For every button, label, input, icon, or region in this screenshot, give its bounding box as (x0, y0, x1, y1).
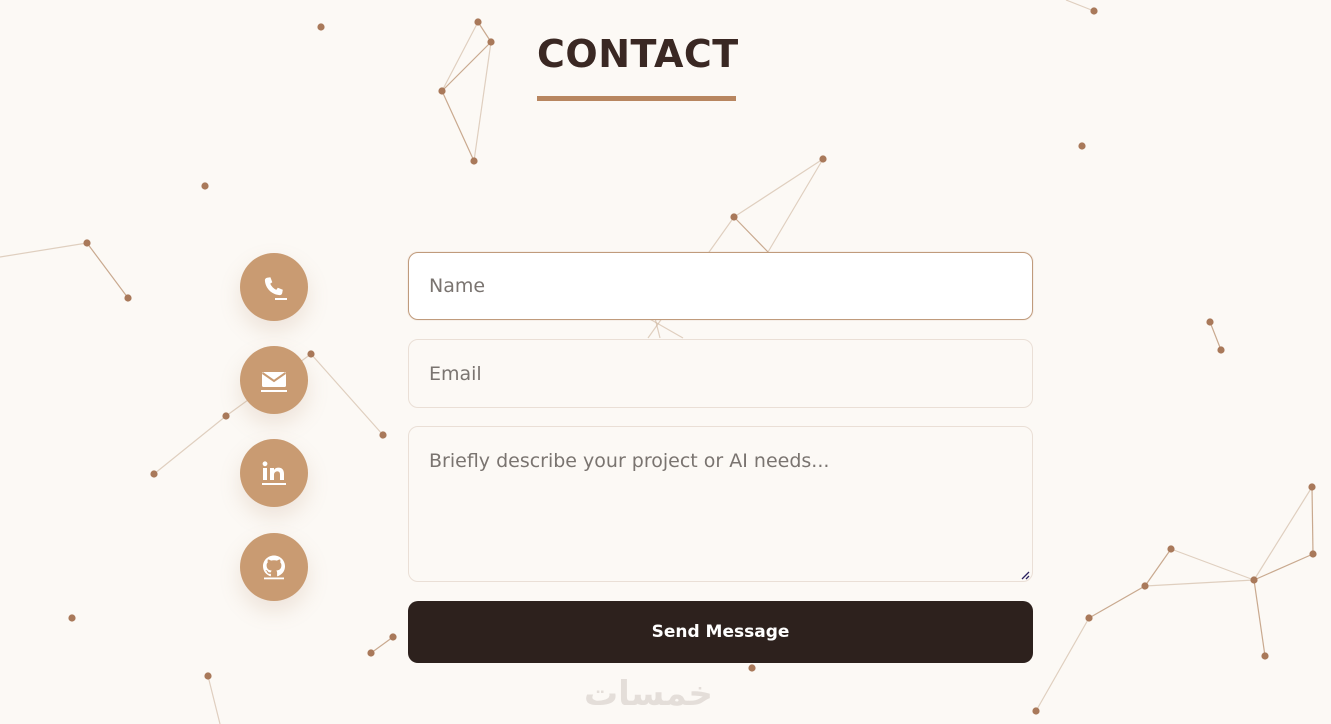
contact-header: CONTACT (537, 31, 739, 101)
linkedin-button[interactable] (240, 439, 308, 507)
watermark-logo: خمسات (584, 674, 713, 714)
contact-page: CONTACT Send Message (0, 0, 1331, 724)
title-underline (537, 96, 736, 101)
github-button[interactable] (240, 533, 308, 601)
email-button[interactable] (240, 346, 308, 414)
github-icon (263, 555, 285, 580)
phone-button[interactable] (240, 253, 308, 321)
phone-icon (264, 277, 287, 300)
page-title: CONTACT (537, 32, 739, 76)
message-textarea[interactable] (408, 426, 1033, 582)
send-message-button[interactable]: Send Message (408, 601, 1033, 663)
email-input[interactable] (408, 339, 1033, 408)
linkedin-icon (262, 461, 286, 485)
name-input[interactable] (408, 252, 1033, 320)
email-icon (261, 372, 287, 392)
